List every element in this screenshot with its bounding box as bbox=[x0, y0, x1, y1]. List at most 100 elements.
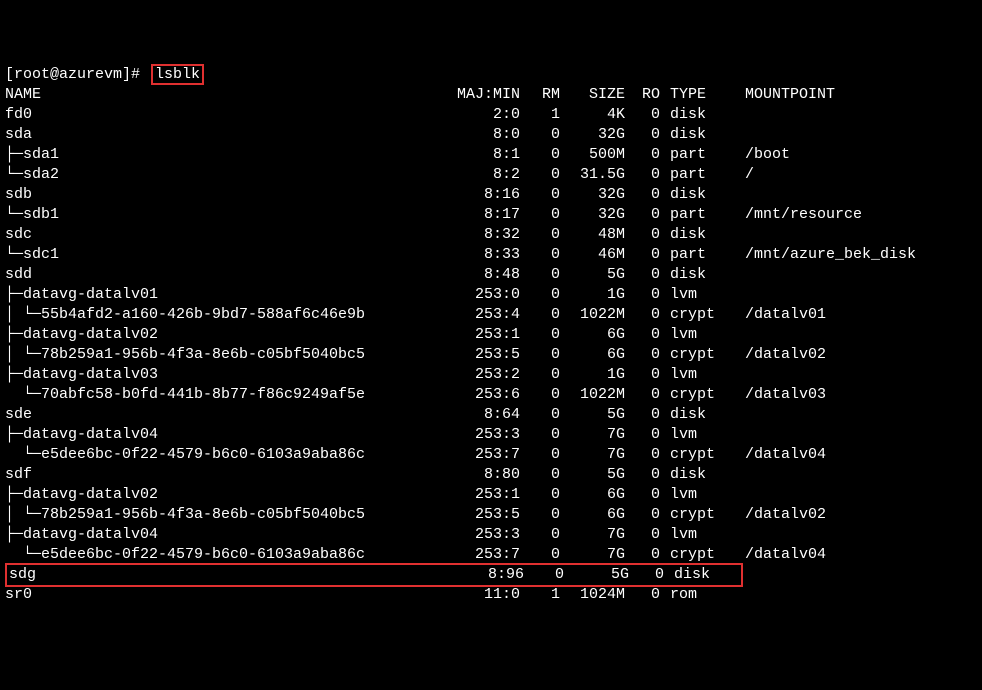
type: part bbox=[670, 205, 735, 225]
maj-min: 253:1 bbox=[445, 485, 520, 505]
size: 6G bbox=[560, 485, 625, 505]
size: 6G bbox=[560, 345, 625, 365]
type: crypt bbox=[670, 305, 735, 325]
mountpoint: / bbox=[745, 165, 754, 185]
command: lsblk bbox=[151, 64, 204, 85]
maj-min: 8:17 bbox=[445, 205, 520, 225]
ro: 0 bbox=[625, 365, 660, 385]
maj-min: 253:7 bbox=[445, 545, 520, 565]
ro: 0 bbox=[625, 305, 660, 325]
mountpoint: /boot bbox=[745, 145, 790, 165]
maj-min: 253:4 bbox=[445, 305, 520, 325]
col-majmin: MAJ:MIN bbox=[445, 85, 520, 105]
maj-min: 8:32 bbox=[445, 225, 520, 245]
maj-min: 8:0 bbox=[445, 125, 520, 145]
table-row: sr011:011024M0 rom bbox=[5, 585, 977, 605]
ro: 0 bbox=[625, 285, 660, 305]
table-row: │ └─55b4afd2-a160-426b-9bd7-588af6c46e9b… bbox=[5, 305, 977, 325]
ro: 0 bbox=[625, 185, 660, 205]
ro: 0 bbox=[625, 105, 660, 125]
size: 1022M bbox=[560, 305, 625, 325]
device-name: sde bbox=[5, 405, 445, 425]
maj-min: 253:5 bbox=[445, 345, 520, 365]
device-name: │ └─78b259a1-956b-4f3a-8e6b-c05bf5040bc5 bbox=[5, 505, 445, 525]
maj-min: 253:0 bbox=[445, 285, 520, 305]
mountpoint: /datalv04 bbox=[745, 545, 826, 565]
size: 32G bbox=[560, 125, 625, 145]
table-row: └─70abfc58-b0fd-441b-8b77-f86c9249af5e25… bbox=[5, 385, 977, 405]
size: 500M bbox=[560, 145, 625, 165]
rm: 0 bbox=[520, 345, 560, 365]
size: 6G bbox=[560, 325, 625, 345]
rm: 0 bbox=[520, 505, 560, 525]
device-name: sdg bbox=[9, 565, 449, 585]
device-name: ├─sda1 bbox=[5, 145, 445, 165]
maj-min: 8:33 bbox=[445, 245, 520, 265]
table-row: sdc8:32048M0 disk bbox=[5, 225, 977, 245]
col-name: NAME bbox=[5, 85, 445, 105]
table-row: sdd8:4805G0 disk bbox=[5, 265, 977, 285]
table-row: ├─datavg-datalv03253:201G0 lvm bbox=[5, 365, 977, 385]
type: disk bbox=[670, 105, 735, 125]
rm: 0 bbox=[520, 325, 560, 345]
rm: 1 bbox=[520, 105, 560, 125]
device-name: ├─datavg-datalv02 bbox=[5, 485, 445, 505]
table-row: │ └─78b259a1-956b-4f3a-8e6b-c05bf5040bc5… bbox=[5, 505, 977, 525]
table-row: ├─datavg-datalv02253:106G0 lvm bbox=[5, 325, 977, 345]
table-row: sdg8:9605G0 disk bbox=[5, 565, 977, 585]
size: 46M bbox=[560, 245, 625, 265]
type: lvm bbox=[670, 285, 735, 305]
device-name: ├─datavg-datalv02 bbox=[5, 325, 445, 345]
maj-min: 253:2 bbox=[445, 365, 520, 385]
rm: 0 bbox=[520, 265, 560, 285]
size: 32G bbox=[560, 205, 625, 225]
maj-min: 253:5 bbox=[445, 505, 520, 525]
device-name: sdf bbox=[5, 465, 445, 485]
mountpoint: /mnt/azure_bek_disk bbox=[745, 245, 916, 265]
type: part bbox=[670, 165, 735, 185]
size: 4K bbox=[560, 105, 625, 125]
mountpoint: /datalv02 bbox=[745, 345, 826, 365]
rm: 0 bbox=[520, 145, 560, 165]
device-name: sda bbox=[5, 125, 445, 145]
type: disk bbox=[670, 225, 735, 245]
size: 31.5G bbox=[560, 165, 625, 185]
device-name: └─e5dee6bc-0f22-4579-b6c0-6103a9aba86c bbox=[5, 445, 445, 465]
maj-min: 2:0 bbox=[445, 105, 520, 125]
ro: 0 bbox=[629, 565, 664, 585]
device-name: sdb bbox=[5, 185, 445, 205]
device-name: └─sdc1 bbox=[5, 245, 445, 265]
ro: 0 bbox=[625, 425, 660, 445]
type: disk bbox=[670, 465, 735, 485]
shell-prompt: [root@azurevm]# bbox=[5, 66, 149, 83]
device-name: ├─datavg-datalv04 bbox=[5, 525, 445, 545]
ro: 0 bbox=[625, 585, 660, 605]
maj-min: 11:0 bbox=[445, 585, 520, 605]
mountpoint: /datalv04 bbox=[745, 445, 826, 465]
col-ro: RO bbox=[625, 85, 660, 105]
maj-min: 8:48 bbox=[445, 265, 520, 285]
device-name: │ └─55b4afd2-a160-426b-9bd7-588af6c46e9b bbox=[5, 305, 445, 325]
type: disk bbox=[670, 185, 735, 205]
rm: 0 bbox=[520, 525, 560, 545]
type: crypt bbox=[670, 505, 735, 525]
maj-min: 253:3 bbox=[445, 525, 520, 545]
mountpoint: /datalv03 bbox=[745, 385, 826, 405]
size: 32G bbox=[560, 185, 625, 205]
table-row: sda8:0032G0 disk bbox=[5, 125, 977, 145]
type: lvm bbox=[670, 365, 735, 385]
ro: 0 bbox=[625, 245, 660, 265]
maj-min: 8:64 bbox=[445, 405, 520, 425]
terminal[interactable]: [root@azurevm]# lsblkNAMEMAJ:MINRMSIZERO… bbox=[5, 65, 977, 605]
type: lvm bbox=[670, 485, 735, 505]
rm: 0 bbox=[520, 445, 560, 465]
table-row: └─sdb18:17032G0 part /mnt/resource bbox=[5, 205, 977, 225]
ro: 0 bbox=[625, 125, 660, 145]
rm: 0 bbox=[520, 165, 560, 185]
rm: 0 bbox=[520, 185, 560, 205]
prompt-line[interactable]: [root@azurevm]# lsblk bbox=[5, 65, 977, 85]
table-row: └─sdc18:33046M0 part /mnt/azure_bek_disk bbox=[5, 245, 977, 265]
size: 5G bbox=[560, 405, 625, 425]
size: 7G bbox=[560, 525, 625, 545]
size: 7G bbox=[560, 545, 625, 565]
